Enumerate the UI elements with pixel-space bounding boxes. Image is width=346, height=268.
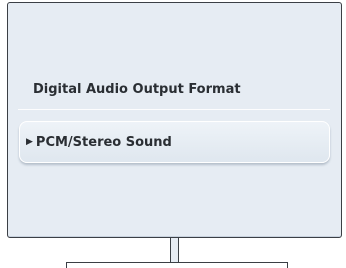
tv-screen	[7, 2, 342, 238]
tv-stand-neck	[170, 238, 179, 262]
option-pcm-stereo-sound[interactable]: ▶ PCM/Stereo Sound	[19, 121, 330, 163]
triangle-right-icon: ▶	[26, 136, 33, 147]
menu-title: Digital Audio Output Format	[33, 82, 241, 97]
tv-illustration: Digital Audio Output Format ▶ PCM/Stereo…	[0, 0, 346, 268]
option-label: PCM/Stereo Sound	[35, 134, 172, 150]
title-divider	[18, 109, 330, 110]
tv-stand-base	[66, 262, 288, 268]
